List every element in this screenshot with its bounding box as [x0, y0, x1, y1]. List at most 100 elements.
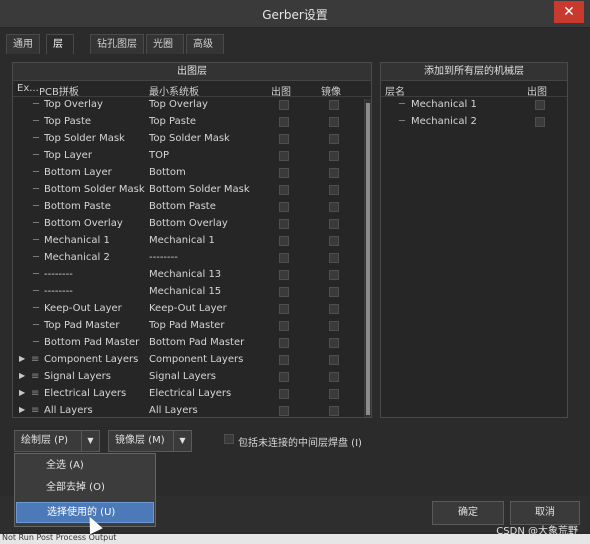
mirror-checkbox[interactable]	[329, 253, 339, 263]
col-plot[interactable]: 出图	[271, 83, 291, 98]
plot-checkbox[interactable]	[279, 372, 289, 382]
tab-apertures[interactable]: 光圈	[146, 34, 184, 54]
layer-row[interactable]: ─ Bottom Solder Mask Bottom Solder Mask	[13, 182, 371, 199]
mechanical-row[interactable]: ─ Mechanical 1	[381, 97, 567, 114]
mirror-checkbox[interactable]	[329, 355, 339, 365]
plot-checkbox[interactable]	[279, 338, 289, 348]
close-icon[interactable]: ✕	[554, 1, 584, 23]
tab-drill-drawing[interactable]: 钻孔图层	[90, 34, 144, 54]
layer-row[interactable]: ─ Bottom Overlay Bottom Overlay	[13, 216, 371, 233]
plot-checkbox[interactable]	[279, 151, 289, 161]
ok-button[interactable]: 确定	[432, 501, 504, 525]
mirror-checkbox[interactable]	[329, 134, 339, 144]
layer-row[interactable]: ─ Top Solder Mask Top Solder Mask	[13, 131, 371, 148]
mechanical-layer-name: Mechanical 2	[411, 116, 477, 127]
plot-checkbox[interactable]	[279, 100, 289, 110]
plot-layers-dropdown[interactable]: 绘制层 (P) ▼	[14, 430, 100, 452]
tab-layers[interactable]: 层	[46, 34, 74, 54]
mirror-checkbox[interactable]	[329, 185, 339, 195]
tree-line: ─	[33, 320, 40, 331]
chevron-down-icon[interactable]: ▼	[81, 431, 99, 451]
layer-row[interactable]: ─ Mechanical 1 Mechanical 1	[13, 233, 371, 250]
plot-checkbox[interactable]	[279, 321, 289, 331]
col-min-board[interactable]: 最小系统板	[149, 83, 199, 98]
plot-checkbox[interactable]	[279, 253, 289, 263]
chevron-down-icon[interactable]: ▼	[173, 431, 191, 451]
mirror-layers-dropdown[interactable]: 镜像层 (M) ▼	[108, 430, 192, 452]
board-layer-name: Bottom Overlay	[149, 218, 228, 229]
expand-arrow-icon[interactable]: ▶	[19, 405, 25, 414]
layer-row[interactable]: ─ Keep-Out Layer Keep-Out Layer	[13, 301, 371, 318]
layer-row[interactable]: ─ -------- Mechanical 15	[13, 284, 371, 301]
include-unconnected-checkbox[interactable]	[224, 434, 234, 444]
board-layer-name: TOP	[149, 150, 170, 161]
layer-row[interactable]: ─ Top Overlay Top Overlay	[13, 97, 371, 114]
plot-checkbox[interactable]	[279, 406, 289, 416]
plot-checkbox[interactable]	[279, 236, 289, 246]
mirror-checkbox[interactable]	[329, 202, 339, 212]
board-layer-name: Keep-Out Layer	[149, 303, 227, 314]
board-layer-name: Bottom	[149, 167, 186, 178]
plot-checkbox[interactable]	[279, 168, 289, 178]
col-mirror[interactable]: 镜像	[321, 83, 341, 98]
mirror-checkbox[interactable]	[329, 389, 339, 399]
layer-group-row[interactable]: ▶ ≡ Component Layers Component Layers	[13, 352, 371, 369]
plot-checkbox[interactable]	[279, 117, 289, 127]
mirror-checkbox[interactable]	[329, 117, 339, 127]
col-pcb-panel[interactable]: PCB拼板	[39, 83, 79, 98]
plot-checkbox[interactable]	[279, 134, 289, 144]
mirror-checkbox[interactable]	[329, 270, 339, 280]
output-layers-scrollbar[interactable]	[364, 99, 371, 417]
plot-checkbox[interactable]	[279, 185, 289, 195]
expand-arrow-icon[interactable]: ▶	[19, 371, 25, 380]
mirror-checkbox[interactable]	[329, 321, 339, 331]
tree-line: ─	[33, 116, 40, 127]
col-layer-name[interactable]: 层名	[385, 83, 405, 98]
mirror-checkbox[interactable]	[329, 338, 339, 348]
col-ex[interactable]: Ex...	[17, 83, 39, 94]
pcb-layer-name: Bottom Layer	[44, 167, 112, 178]
layer-row[interactable]: ─ Top Paste Top Paste	[13, 114, 371, 131]
col-plot[interactable]: 出图	[527, 83, 547, 98]
plot-checkbox[interactable]	[279, 304, 289, 314]
layer-row[interactable]: ─ Top Layer TOP	[13, 148, 371, 165]
tree-line: ─	[33, 286, 40, 297]
pcb-layer-name: Bottom Solder Mask	[44, 184, 145, 195]
mirror-checkbox[interactable]	[329, 406, 339, 416]
mirror-checkbox[interactable]	[329, 287, 339, 297]
menu-item-select-all[interactable]: 全选 (A)	[16, 456, 154, 477]
expand-arrow-icon[interactable]: ▶	[19, 354, 25, 363]
mechanical-row[interactable]: ─ Mechanical 2	[381, 114, 567, 131]
layer-group-row[interactable]: ▶ ≡ All Layers All Layers	[13, 403, 371, 420]
plot-checkbox[interactable]	[279, 202, 289, 212]
layer-row[interactable]: ─ Top Pad Master Top Pad Master	[13, 318, 371, 335]
tab-general[interactable]: 通用	[6, 34, 40, 54]
scrollbar-thumb[interactable]	[366, 103, 370, 415]
mirror-checkbox[interactable]	[329, 151, 339, 161]
mirror-checkbox[interactable]	[329, 304, 339, 314]
layer-row[interactable]: ─ Bottom Layer Bottom	[13, 165, 371, 182]
plot-checkbox[interactable]	[279, 287, 289, 297]
mirror-checkbox[interactable]	[329, 372, 339, 382]
layer-row[interactable]: ─ Mechanical 2 --------	[13, 250, 371, 267]
plot-checkbox[interactable]	[535, 100, 545, 110]
expand-arrow-icon[interactable]: ▶	[19, 388, 25, 397]
pcb-layer-name: Mechanical 1	[44, 235, 110, 246]
menu-item-clear-all[interactable]: 全部去掉 (O)	[16, 478, 154, 499]
layer-row[interactable]: ─ -------- Mechanical 13	[13, 267, 371, 284]
layer-row[interactable]: ─ Bottom Paste Bottom Paste	[13, 199, 371, 216]
plot-checkbox[interactable]	[279, 389, 289, 399]
layer-row[interactable]: ─ Bottom Pad Master Bottom Pad Master	[13, 335, 371, 352]
mirror-checkbox[interactable]	[329, 219, 339, 229]
tab-advanced[interactable]: 高级	[186, 34, 224, 54]
plot-checkbox[interactable]	[535, 117, 545, 127]
mirror-checkbox[interactable]	[329, 100, 339, 110]
mirror-checkbox[interactable]	[329, 168, 339, 178]
window-title: Gerber设置	[262, 8, 328, 22]
plot-checkbox[interactable]	[279, 355, 289, 365]
plot-checkbox[interactable]	[279, 270, 289, 280]
plot-checkbox[interactable]	[279, 219, 289, 229]
layer-group-row[interactable]: ▶ ≡ Signal Layers Signal Layers	[13, 369, 371, 386]
layer-group-row[interactable]: ▶ ≡ Electrical Layers Electrical Layers	[13, 386, 371, 403]
mirror-checkbox[interactable]	[329, 236, 339, 246]
